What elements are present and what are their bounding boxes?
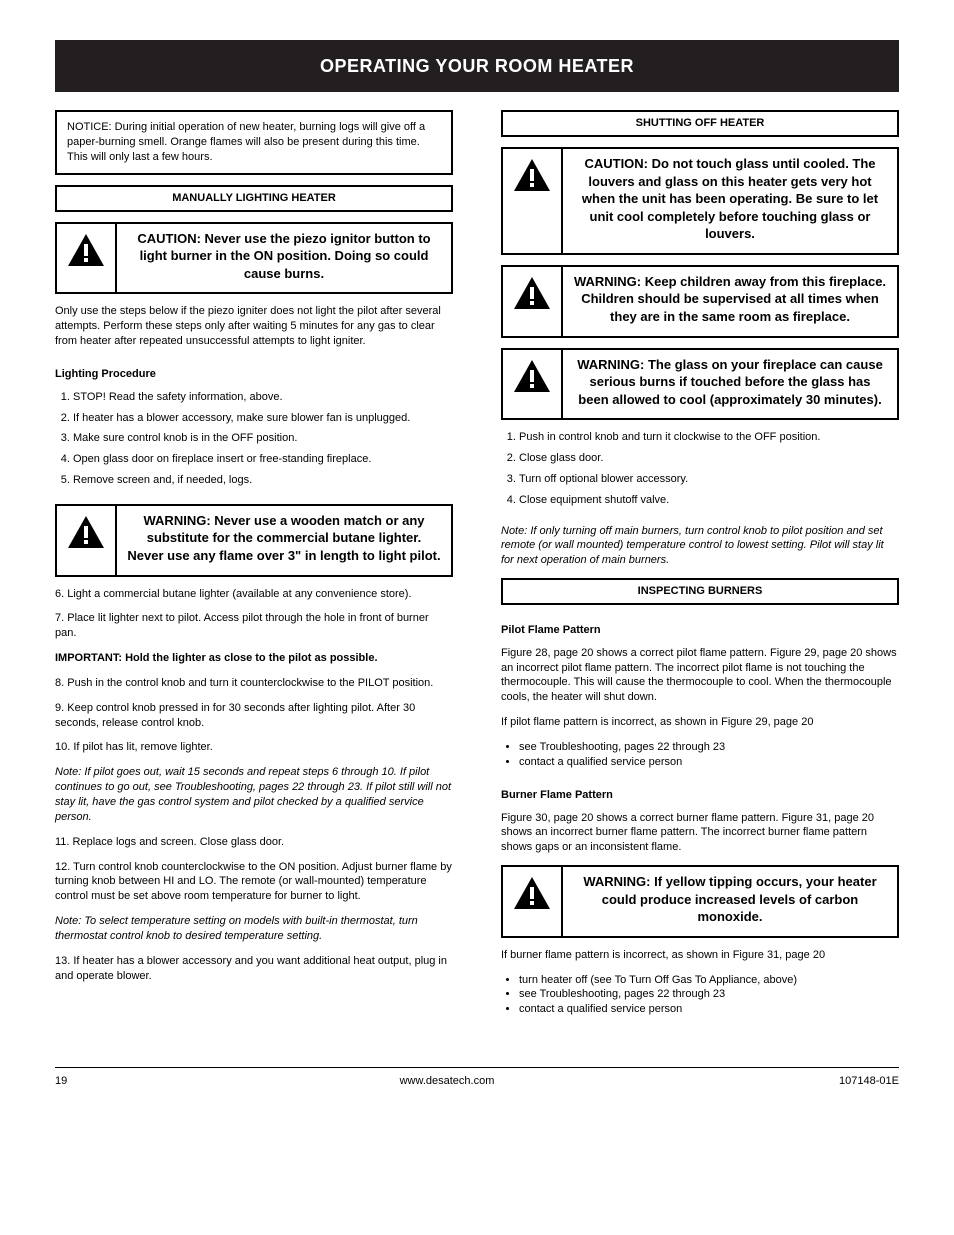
page-footer: 19 www.desatech.com 107148-01E bbox=[55, 1067, 899, 1089]
steps-11-12: 11. Replace logs and screen. Close glass… bbox=[55, 835, 453, 914]
pilot-para-1: Figure 28, page 20 shows a correct pilot… bbox=[501, 646, 899, 705]
warn-head: CAUTION: bbox=[584, 156, 648, 171]
list-item: contact a qualified service person bbox=[519, 1002, 899, 1017]
pilot-para-2: If pilot flame pattern is incorrect, as … bbox=[501, 715, 899, 730]
burner-para: Figure 30, page 20 shows a correct burne… bbox=[501, 811, 899, 856]
caution-hot-glass: CAUTION: Do not touch glass until cooled… bbox=[501, 147, 899, 255]
notice-text: NOTICE: During initial operation of new … bbox=[67, 121, 425, 163]
list-item: Open glass door on fireplace insert or f… bbox=[73, 452, 453, 467]
list-item: contact a qualified service person bbox=[519, 755, 899, 770]
list-item: 6. Light a commercial butane lighter (av… bbox=[55, 587, 453, 602]
alert-icon bbox=[503, 350, 563, 419]
warning-yellow-tipping: WARNING: If yellow tipping occurs, your … bbox=[501, 865, 899, 938]
burner-para-2: If burner flame pattern is incorrect, as… bbox=[501, 948, 899, 963]
list-item: Remove screen and, if needed, logs. bbox=[73, 473, 453, 488]
list-item: Close glass door. bbox=[519, 451, 899, 466]
list-item: 11. Replace logs and screen. Close glass… bbox=[55, 835, 453, 850]
inspecting-burners-title: INSPECTING BURNERS bbox=[501, 578, 899, 605]
steps-6-7: 6. Light a commercial butane lighter (av… bbox=[55, 587, 453, 652]
steps-8-10: 8. Push in the control knob and turn it … bbox=[55, 676, 453, 765]
alert-icon bbox=[57, 224, 117, 293]
pilot-bullets: see Troubleshooting, pages 22 through 23… bbox=[501, 740, 899, 770]
warn-head: WARNING: bbox=[583, 874, 650, 889]
list-item: see Troubleshooting, pages 22 through 23 bbox=[519, 740, 899, 755]
page-number: 19 bbox=[55, 1074, 95, 1089]
two-column-layout: NOTICE: During initial operation of new … bbox=[55, 110, 899, 1027]
burner-bullets: turn heater off (see To Turn Off Gas To … bbox=[501, 973, 899, 1018]
alert-icon bbox=[503, 867, 563, 936]
burner-flame-title: Burner Flame Pattern bbox=[501, 788, 899, 803]
list-item: 8. Push in the control knob and turn it … bbox=[55, 676, 453, 691]
warn-head: WARNING: bbox=[574, 274, 641, 289]
step-13: 13. If heater has a blower accessory and… bbox=[55, 954, 453, 994]
shutting-off-title: SHUTTING OFF HEATER bbox=[501, 110, 899, 137]
list-item: 12. Turn control knob counterclockwise t… bbox=[55, 860, 453, 905]
warn-main: WARNING: Keep children away from this fi… bbox=[563, 267, 897, 336]
section-manual-lighting-title: MANUALLY LIGHTING HEATER bbox=[55, 185, 453, 212]
shut-off-steps: Push in control knob and turn it clockwi… bbox=[501, 430, 899, 513]
footer-doc-id: 107148-01E bbox=[799, 1074, 899, 1089]
list-item: 10. If pilot has lit, remove lighter. bbox=[55, 740, 453, 755]
warning-wooden-match: WARNING: Never use a wooden match or any… bbox=[55, 504, 453, 577]
warn-head: WARNING: bbox=[143, 513, 210, 528]
warn-main: CAUTION: Never use the piezo ignitor but… bbox=[117, 224, 451, 293]
list-item: see Troubleshooting, pages 22 through 23 bbox=[519, 987, 899, 1002]
warning-glass-burn: WARNING: The glass on your fireplace can… bbox=[501, 348, 899, 421]
list-item: Turn off optional blower accessory. bbox=[519, 472, 899, 487]
right-column: SHUTTING OFF HEATER CAUTION: Do not touc… bbox=[501, 110, 899, 1027]
warn-main: WARNING: Never use a wooden match or any… bbox=[117, 506, 451, 575]
caution-manual-lighting: CAUTION: Never use the piezo ignitor but… bbox=[55, 222, 453, 295]
steps-1-5: STOP! Read the safety information, above… bbox=[55, 390, 453, 494]
page-banner: OPERATING YOUR ROOM HEATER bbox=[55, 40, 899, 92]
warn-head: CAUTION: Never use the piezo ignitor but… bbox=[127, 230, 441, 283]
list-item: Make sure control knob is in the OFF pos… bbox=[73, 431, 453, 446]
list-item: STOP! Read the safety information, above… bbox=[73, 390, 453, 405]
list-item: 9. Keep control knob pressed in for 30 s… bbox=[55, 701, 453, 731]
list-item: 13. If heater has a blower accessory and… bbox=[55, 954, 453, 984]
note-pilot-retry: Note: If pilot goes out, wait 15 seconds… bbox=[55, 765, 453, 824]
pilot-flame-title: Pilot Flame Pattern bbox=[501, 623, 899, 638]
note-shut-off: Note: If only turning off main burners, … bbox=[501, 524, 899, 569]
left-column: NOTICE: During initial operation of new … bbox=[55, 110, 453, 1027]
list-item: turn heater off (see To Turn Off Gas To … bbox=[519, 973, 899, 988]
note-thermostat: Note: To select temperature setting on m… bbox=[55, 914, 453, 944]
notice-box: NOTICE: During initial operation of new … bbox=[55, 110, 453, 175]
warn-main: WARNING: The glass on your fireplace can… bbox=[563, 350, 897, 419]
warn-main: WARNING: If yellow tipping occurs, your … bbox=[563, 867, 897, 936]
lighting-procedure-title: Lighting Procedure bbox=[55, 367, 453, 382]
warning-children: WARNING: Keep children away from this fi… bbox=[501, 265, 899, 338]
after-caution-paragraph: Only use the steps below if the piezo ig… bbox=[55, 304, 453, 349]
warn-main: CAUTION: Do not touch glass until cooled… bbox=[563, 149, 897, 253]
list-item: If heater has a blower accessory, make s… bbox=[73, 411, 453, 426]
alert-icon bbox=[503, 149, 563, 253]
important-note: IMPORTANT: Hold the lighter as close to … bbox=[55, 651, 453, 666]
footer-url: www.desatech.com bbox=[95, 1074, 799, 1089]
list-item: 7. Place lit lighter next to pilot. Acce… bbox=[55, 611, 453, 641]
list-item: Push in control knob and turn it clockwi… bbox=[519, 430, 899, 445]
list-item: Close equipment shutoff valve. bbox=[519, 493, 899, 508]
alert-icon bbox=[57, 506, 117, 575]
alert-icon bbox=[503, 267, 563, 336]
warn-head: WARNING: bbox=[577, 357, 644, 372]
